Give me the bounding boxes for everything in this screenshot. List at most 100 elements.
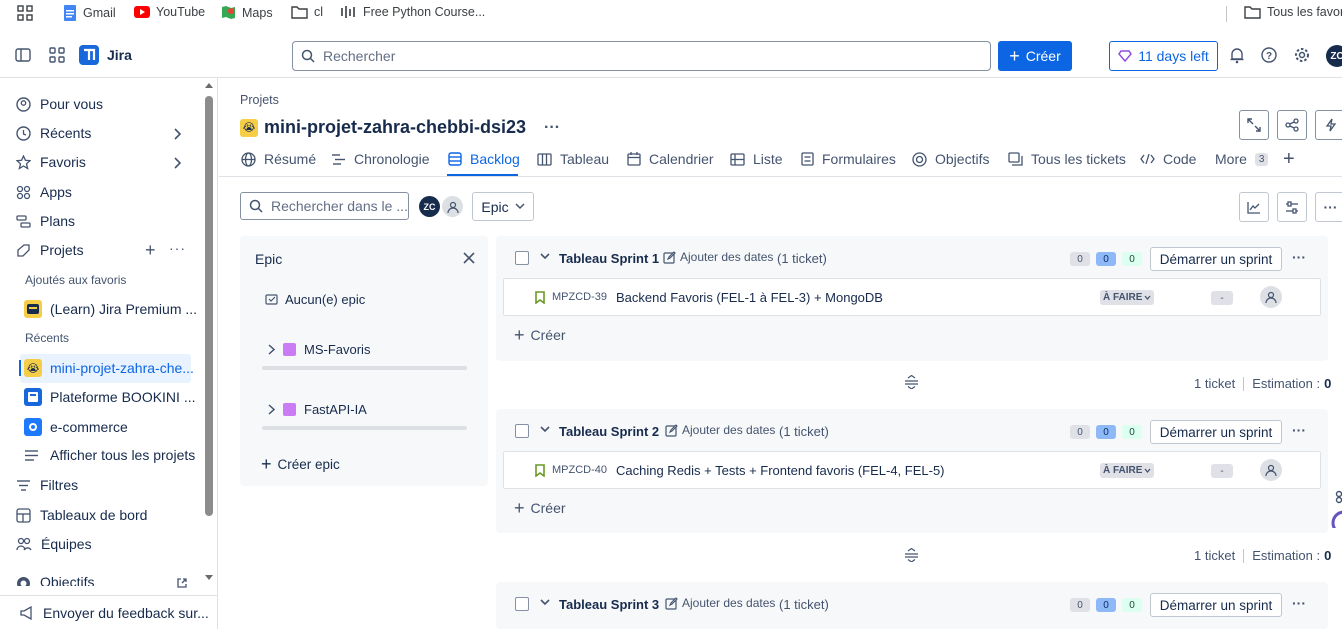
sidebar-item-pour-vous[interactable]: Pour vous	[16, 96, 103, 112]
breadcrumb-projets[interactable]: Projets	[240, 93, 279, 107]
assignee-avatar[interactable]	[1260, 286, 1282, 308]
sidebar-project-ecommerce[interactable]: e-commerce	[24, 418, 128, 436]
chevron-right-icon[interactable]	[173, 128, 181, 140]
notifications-bell-icon[interactable]	[1229, 47, 1245, 64]
sidebar-item-filtres[interactable]: Filtres	[16, 477, 78, 493]
sprint-checkbox[interactable]	[515, 597, 529, 611]
chevron-down-icon[interactable]	[540, 426, 550, 433]
tab-resume[interactable]: Résumé	[241, 151, 316, 167]
issue-key[interactable]: MPZCD-39	[552, 291, 607, 303]
issue-row[interactable]: MPZCD-39 Backend Favoris (FEL-1 à FEL-3)…	[503, 278, 1321, 316]
epic-item-fastapi-ia[interactable]: FastAPI-IA	[268, 402, 367, 417]
create-epic-button[interactable]: + Créer epic	[261, 455, 340, 473]
sidebar-item-objectifs[interactable]: Objectifs	[16, 576, 94, 586]
issue-key[interactable]: MPZCD-40	[552, 464, 607, 476]
bookmark-all-favorites[interactable]: Tous les favor	[1244, 5, 1342, 19]
side-panel-handle[interactable]	[1330, 488, 1342, 528]
share-button[interactable]	[1277, 110, 1307, 140]
jira-logo[interactable]: Jira	[79, 45, 132, 65]
sprint-checkbox[interactable]	[515, 251, 529, 265]
tab-liste[interactable]: Liste	[730, 151, 783, 167]
create-issue-button[interactable]: + Créer	[514, 326, 566, 344]
scroll-down-arrow[interactable]	[205, 575, 213, 581]
view-settings-button[interactable]	[1277, 192, 1307, 222]
close-icon[interactable]	[463, 252, 475, 264]
chevron-down-icon[interactable]	[540, 599, 550, 606]
add-dates-button[interactable]: Ajouter des dates	[665, 596, 775, 610]
sidebar-item-projets[interactable]: Projets	[16, 242, 84, 258]
chevron-down-icon[interactable]	[540, 253, 550, 260]
app-switcher-icon[interactable]	[49, 47, 65, 63]
settings-gear-icon[interactable]	[1294, 47, 1310, 63]
tab-tableau[interactable]: Tableau	[537, 151, 609, 167]
epic-item-ms-favoris[interactable]: MS-Favoris	[268, 342, 370, 357]
bookmark-maps[interactable]: Maps	[221, 5, 273, 20]
sidebar-item-tableaux-de-bord[interactable]: Tableaux de bord	[16, 507, 147, 523]
trial-button[interactable]: 11 days left	[1109, 41, 1218, 71]
add-tab-plus-icon[interactable]: +	[1283, 149, 1295, 169]
filter-avatar-unassigned[interactable]	[442, 196, 463, 217]
sidebar-toggle-icon[interactable]	[15, 47, 31, 63]
issue-row[interactable]: MPZCD-40 Caching Redis + Tests + Fronten…	[503, 451, 1321, 489]
issue-summary[interactable]: Backend Favoris (FEL-1 à FEL-3) + MongoD…	[616, 290, 883, 305]
sprint-more-icon[interactable]: ···	[1292, 595, 1306, 611]
status-dropdown[interactable]: À FAIRE	[1100, 463, 1155, 478]
help-icon[interactable]: ?	[1261, 47, 1277, 63]
sidebar-project-bookini[interactable]: Plateforme BOOKINI ...	[24, 388, 196, 406]
epic-none-item[interactable]: Aucun(e) epic	[265, 292, 365, 307]
sidebar-show-all-projects[interactable]: Afficher tous les projets	[24, 447, 195, 463]
tab-formulaires[interactable]: Formulaires	[801, 151, 896, 167]
global-search-input[interactable]: Rechercher	[292, 41, 991, 71]
tab-backlog[interactable]: Backlog	[448, 151, 520, 167]
bookmark-python[interactable]: Free Python Course...	[341, 5, 485, 19]
sidebar-project-jira-premium[interactable]: (Learn) Jira Premium ...	[24, 300, 197, 318]
apps-grid-icon[interactable]	[17, 5, 33, 21]
estimate-badge[interactable]: -	[1211, 291, 1233, 305]
start-sprint-button[interactable]: Démarrer un sprint	[1150, 593, 1282, 617]
tab-more[interactable]: More 3	[1215, 151, 1269, 167]
bookmark-folder-cl[interactable]: cl	[291, 5, 323, 19]
projects-more-icon[interactable]: ···	[169, 241, 186, 255]
drag-handle-icon[interactable]	[905, 548, 918, 562]
external-link-icon[interactable]	[177, 578, 187, 588]
sidebar-item-equipes[interactable]: Équipes	[16, 536, 92, 552]
scroll-up-arrow[interactable]	[205, 82, 213, 88]
drag-handle-icon[interactable]	[905, 375, 918, 389]
sidebar-item-recents[interactable]: Récents	[16, 125, 91, 141]
sprint-checkbox[interactable]	[515, 424, 529, 438]
fullscreen-button[interactable]	[1239, 110, 1269, 140]
sidebar-item-plans[interactable]: Plans	[16, 213, 75, 229]
add-dates-button[interactable]: Ajouter des dates	[663, 250, 773, 264]
issue-summary[interactable]: Caching Redis + Tests + Frontend favoris…	[616, 463, 945, 478]
epic-filter-dropdown[interactable]: Epic	[472, 192, 534, 221]
add-project-plus-icon[interactable]: +	[145, 241, 156, 259]
sidebar-item-favoris[interactable]: Favoris	[16, 154, 86, 170]
tab-tous-les-tickets[interactable]: Tous les tickets	[1008, 151, 1126, 167]
sprint-more-icon[interactable]: ···	[1292, 422, 1306, 438]
tab-code[interactable]: Code	[1140, 151, 1196, 167]
bookmark-gmail[interactable]: Gmail	[63, 5, 116, 21]
start-sprint-button[interactable]: Démarrer un sprint	[1150, 247, 1282, 271]
backlog-more-button[interactable]: ···	[1315, 192, 1342, 222]
filter-avatar-zc[interactable]: ZC	[419, 196, 440, 217]
add-dates-button[interactable]: Ajouter des dates	[665, 423, 775, 437]
sidebar-item-apps[interactable]: Apps	[16, 184, 72, 200]
chevron-right-icon[interactable]	[173, 157, 181, 169]
tab-objectifs[interactable]: Objectifs	[912, 151, 989, 167]
create-button[interactable]: + Créer	[998, 41, 1072, 71]
backlog-search-input[interactable]: Rechercher dans le ...	[240, 192, 409, 220]
status-dropdown[interactable]: À FAIRE	[1100, 290, 1155, 305]
feedback-button[interactable]: Envoyer du feedback sur...	[0, 595, 218, 629]
tab-chronologie[interactable]: Chronologie	[331, 151, 430, 167]
estimate-badge[interactable]: -	[1211, 464, 1233, 478]
automation-button[interactable]	[1315, 110, 1342, 140]
sprint-more-icon[interactable]: ···	[1292, 249, 1306, 265]
user-avatar[interactable]: ZC	[1326, 45, 1342, 67]
bookmark-youtube[interactable]: YouTube	[134, 5, 205, 19]
sidebar-scrollbar[interactable]	[205, 96, 213, 516]
project-more-button[interactable]: ···	[544, 119, 560, 137]
insights-button[interactable]	[1239, 192, 1269, 222]
assignee-avatar[interactable]	[1260, 459, 1282, 481]
sidebar-project-mini-projet[interactable]: 😭 mini-projet-zahra-che...	[24, 359, 194, 377]
start-sprint-button[interactable]: Démarrer un sprint	[1150, 420, 1282, 444]
